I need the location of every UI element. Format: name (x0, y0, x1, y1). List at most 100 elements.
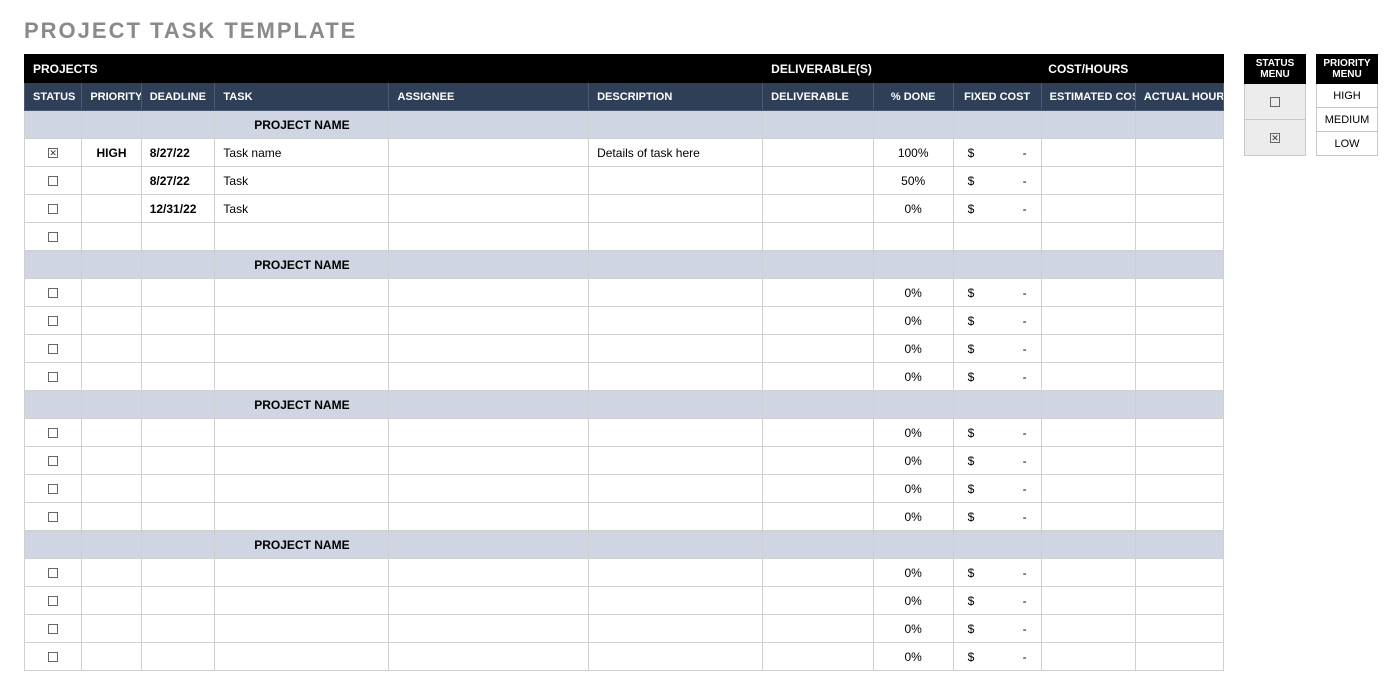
fixed-cost-cell[interactable]: $- (953, 167, 1041, 195)
priority-cell[interactable] (82, 447, 141, 475)
estimated-cost-cell[interactable] (1041, 615, 1135, 643)
deadline-cell[interactable] (141, 587, 215, 615)
status-menu-option[interactable] (1245, 84, 1306, 120)
status-cell[interactable] (25, 615, 82, 643)
status-cell[interactable] (25, 503, 82, 531)
estimated-cost-cell[interactable] (1041, 223, 1135, 251)
pct-done-cell[interactable]: 0% (873, 503, 953, 531)
status-cell[interactable] (25, 475, 82, 503)
assignee-cell[interactable] (389, 503, 589, 531)
priority-cell[interactable] (82, 643, 141, 671)
deliverable-cell[interactable] (763, 559, 874, 587)
checkbox-icon[interactable] (48, 596, 58, 606)
actual-hours-cell[interactable] (1135, 223, 1223, 251)
priority-cell[interactable] (82, 307, 141, 335)
estimated-cost-cell[interactable] (1041, 139, 1135, 167)
deadline-cell[interactable] (141, 559, 215, 587)
priority-cell[interactable] (82, 279, 141, 307)
pct-done-cell[interactable]: 0% (873, 643, 953, 671)
task-cell[interactable]: Task (215, 167, 389, 195)
description-cell[interactable] (589, 223, 763, 251)
priority-cell[interactable] (82, 335, 141, 363)
deliverable-cell[interactable] (763, 475, 874, 503)
description-cell[interactable] (589, 587, 763, 615)
estimated-cost-cell[interactable] (1041, 643, 1135, 671)
fixed-cost-cell[interactable]: $- (953, 279, 1041, 307)
deadline-cell[interactable]: 8/27/22 (141, 167, 215, 195)
pct-done-cell[interactable]: 50% (873, 167, 953, 195)
checkbox-icon[interactable] (48, 148, 58, 158)
fixed-cost-cell[interactable]: $- (953, 307, 1041, 335)
status-cell[interactable] (25, 167, 82, 195)
estimated-cost-cell[interactable] (1041, 167, 1135, 195)
assignee-cell[interactable] (389, 167, 589, 195)
assignee-cell[interactable] (389, 615, 589, 643)
fixed-cost-cell[interactable]: $- (953, 559, 1041, 587)
task-cell[interactable] (215, 503, 389, 531)
description-cell[interactable] (589, 335, 763, 363)
deliverable-cell[interactable] (763, 503, 874, 531)
assignee-cell[interactable] (389, 447, 589, 475)
actual-hours-cell[interactable] (1135, 559, 1223, 587)
task-cell[interactable] (215, 419, 389, 447)
task-cell[interactable]: Task (215, 195, 389, 223)
status-cell[interactable] (25, 587, 82, 615)
priority-cell[interactable] (82, 587, 141, 615)
description-cell[interactable] (589, 447, 763, 475)
deliverable-cell[interactable] (763, 195, 874, 223)
status-cell[interactable] (25, 195, 82, 223)
checkbox-icon[interactable] (48, 624, 58, 634)
checkbox-icon[interactable] (48, 204, 58, 214)
priority-cell[interactable] (82, 167, 141, 195)
status-menu-option[interactable] (1245, 120, 1306, 156)
status-cell[interactable] (25, 139, 82, 167)
deadline-cell[interactable] (141, 615, 215, 643)
fixed-cost-cell[interactable]: $- (953, 139, 1041, 167)
checkbox-icon[interactable] (48, 288, 58, 298)
description-cell[interactable] (589, 195, 763, 223)
checkbox-icon[interactable] (48, 568, 58, 578)
task-cell[interactable] (215, 335, 389, 363)
actual-hours-cell[interactable] (1135, 475, 1223, 503)
deadline-cell[interactable]: 8/27/22 (141, 139, 215, 167)
pct-done-cell[interactable] (873, 223, 953, 251)
priority-cell[interactable] (82, 195, 141, 223)
pct-done-cell[interactable]: 0% (873, 475, 953, 503)
actual-hours-cell[interactable] (1135, 279, 1223, 307)
fixed-cost-cell[interactable]: $- (953, 643, 1041, 671)
description-cell[interactable] (589, 307, 763, 335)
group-name-cell[interactable]: PROJECT NAME (215, 391, 389, 419)
actual-hours-cell[interactable] (1135, 195, 1223, 223)
assignee-cell[interactable] (389, 475, 589, 503)
actual-hours-cell[interactable] (1135, 503, 1223, 531)
deliverable-cell[interactable] (763, 335, 874, 363)
checkbox-icon[interactable] (48, 232, 58, 242)
status-cell[interactable] (25, 279, 82, 307)
pct-done-cell[interactable]: 0% (873, 419, 953, 447)
status-cell[interactable] (25, 447, 82, 475)
estimated-cost-cell[interactable] (1041, 279, 1135, 307)
assignee-cell[interactable] (389, 643, 589, 671)
deliverable-cell[interactable] (763, 615, 874, 643)
deliverable-cell[interactable] (763, 643, 874, 671)
description-cell[interactable] (589, 475, 763, 503)
group-name-cell[interactable]: PROJECT NAME (215, 111, 389, 139)
checkbox-icon[interactable] (1270, 133, 1280, 143)
deadline-cell[interactable] (141, 503, 215, 531)
fixed-cost-cell[interactable]: $- (953, 587, 1041, 615)
checkbox-icon[interactable] (48, 372, 58, 382)
deliverable-cell[interactable] (763, 139, 874, 167)
checkbox-icon[interactable] (48, 512, 58, 522)
estimated-cost-cell[interactable] (1041, 195, 1135, 223)
priority-cell[interactable] (82, 615, 141, 643)
estimated-cost-cell[interactable] (1041, 559, 1135, 587)
pct-done-cell[interactable]: 0% (873, 307, 953, 335)
status-cell[interactable] (25, 559, 82, 587)
task-cell[interactable] (215, 475, 389, 503)
task-cell[interactable]: Task name (215, 139, 389, 167)
task-cell[interactable] (215, 279, 389, 307)
actual-hours-cell[interactable] (1135, 419, 1223, 447)
actual-hours-cell[interactable] (1135, 363, 1223, 391)
status-cell[interactable] (25, 307, 82, 335)
deadline-cell[interactable] (141, 643, 215, 671)
